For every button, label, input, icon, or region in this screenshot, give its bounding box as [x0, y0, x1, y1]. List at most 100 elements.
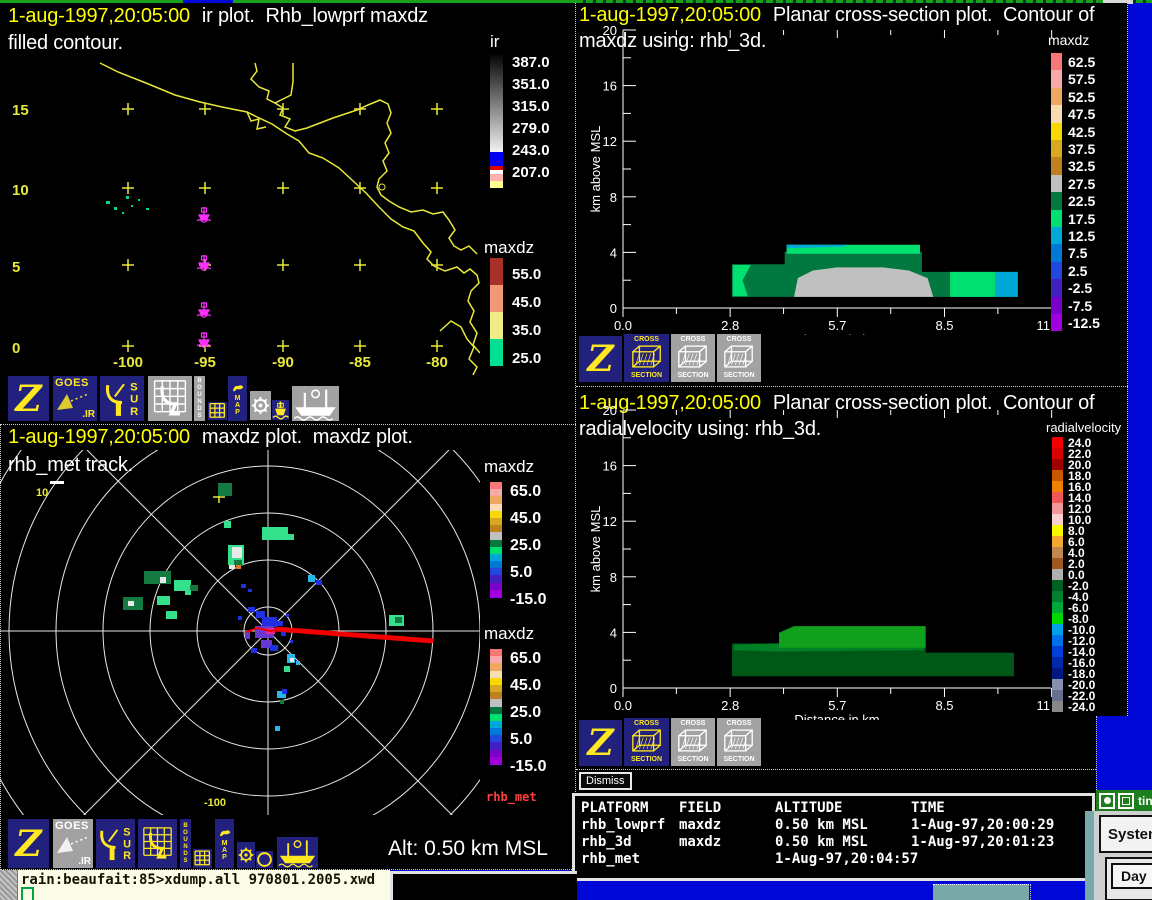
colorbar-segment — [1052, 459, 1063, 470]
xs2-toolbar-z-button[interactable]: Z — [579, 720, 622, 766]
map-lat-label: 5 — [12, 259, 20, 276]
colorbar-segment — [490, 312, 503, 339]
ppi-toolbar-bounds-button[interactable]: BOUNDS — [180, 819, 191, 868]
colorbar-segment — [1051, 105, 1062, 122]
radar-echo — [395, 617, 402, 623]
map-grid-cross — [199, 182, 211, 194]
system-label: System — [1099, 815, 1152, 853]
colorbar-tick-label: 279.0 — [512, 120, 550, 137]
y-tick-label: 20 — [603, 23, 617, 38]
cross-section-icon: CROSSSECTION — [624, 720, 669, 764]
colorbar-tick-label: 22.5 — [1068, 193, 1095, 209]
radar-echo — [280, 700, 284, 704]
map-lon-label: -85 — [349, 354, 371, 371]
colorbar-segment — [1052, 624, 1063, 635]
table-cell: rhb_3d — [581, 834, 632, 850]
dismiss-button[interactable]: Dismiss — [579, 772, 632, 790]
colorbar-segment — [490, 339, 503, 366]
ppi-toolbar-sur-button[interactable]: SUR — [96, 819, 135, 868]
map-coastline — [100, 63, 480, 353]
ir-toolbar-z-button[interactable]: Z — [8, 376, 49, 421]
colorbar-tick-label: 243.0 — [512, 142, 550, 159]
colorbar-segment — [1052, 580, 1063, 591]
radar-echo — [256, 611, 265, 618]
colorbar-tick-label: 32.5 — [1068, 158, 1095, 174]
ppi-toolbar-z-button[interactable]: Z — [8, 819, 49, 868]
ir-toolbar-gear-button[interactable] — [250, 391, 271, 420]
map-grid-cross — [354, 259, 366, 271]
data-availability-table: PLATFORMFIELDALTITUDETIMErhb_lowprfmaxdz… — [572, 793, 1095, 881]
radar-echo — [308, 575, 315, 582]
colorbar-segment — [1052, 558, 1063, 569]
radar-echo — [144, 571, 171, 584]
bottom-teal-bar — [933, 884, 1029, 900]
cross-section-icon: CROSSSECTION — [624, 336, 669, 380]
ir-toolbar-ship-button[interactable] — [292, 386, 339, 421]
colorbar-segment — [1052, 437, 1063, 448]
goes-ir-icon: GOES.IR — [53, 819, 93, 868]
xs2-toolbar-cross-button[interactable]: CROSSSECTION — [671, 718, 715, 766]
ppi-toolbar-gridradar-button[interactable] — [138, 819, 177, 868]
terminal-scrollbar[interactable] — [0, 870, 18, 900]
xs2-toolbar-cross-button[interactable]: CROSSSECTION — [624, 718, 669, 766]
window-menu-icon[interactable] — [1099, 793, 1115, 809]
central-america-map[interactable]: 151050-100-95-90-85-80 — [0, 60, 480, 376]
colorbar-segment — [1052, 591, 1063, 602]
colorbar-segment — [1051, 262, 1062, 279]
radar-echo — [241, 584, 246, 588]
panel-ir-title: 1-aug-1997,20:05:00ir plot. Rhb_lowprf m… — [8, 5, 428, 28]
ir-toolbar-buoy-button[interactable] — [272, 400, 289, 420]
range-ring — [0, 450, 480, 815]
ppi-radial-lines — [0, 450, 480, 815]
zebra-display-screen: 1-aug-1997,20:05:00ir plot. Rhb_lowprf m… — [0, 0, 1152, 900]
map-grid-cross — [354, 340, 366, 352]
xs2-toolbar-cross-button[interactable]: CROSSSECTION — [717, 718, 761, 766]
tin-window-titlebar[interactable]: tin — [1096, 790, 1152, 811]
map-lat-label: 10 — [12, 182, 29, 199]
day-button[interactable]: Day — [1111, 863, 1152, 889]
xs1-toolbar-z-button[interactable]: Z — [579, 336, 622, 382]
ir-toolbar-bounds-button[interactable]: BOUNDS — [194, 376, 205, 421]
track-platform-label: rhb_met — [486, 790, 537, 804]
ppi-toolbar-circle-button[interactable] — [256, 851, 273, 868]
cross-section-icon: CROSSSECTION — [671, 336, 715, 380]
panel-ppi-title-text: maxdz plot. maxdz plot. — [202, 426, 413, 448]
y-tick-label: 4 — [610, 245, 617, 260]
ir-toolbar-map-button[interactable]: MAP — [228, 376, 247, 421]
map-grid-cross — [122, 340, 134, 352]
xs1-toolbar-cross-button[interactable]: CROSSSECTION — [717, 334, 761, 382]
ppi-toolbar-grid-button[interactable] — [193, 849, 212, 868]
colorbar-tick-label: -12.5 — [1068, 315, 1100, 331]
ppi-toolbar-gear-button[interactable] — [237, 842, 255, 868]
colorbar-segment — [1051, 227, 1062, 244]
colorbar-segment — [1052, 679, 1063, 690]
radar-echo — [251, 648, 257, 653]
contour-region — [779, 626, 926, 648]
xs1-toolbar-cross-button[interactable]: CROSSSECTION — [671, 334, 715, 382]
ir-toolbar-sur-button[interactable]: SUR — [100, 376, 144, 421]
xs1-toolbar-cross-button[interactable]: CROSSSECTION — [624, 334, 669, 382]
ir-toolbar-grid-button[interactable] — [208, 402, 227, 420]
map-grid-cross — [277, 259, 289, 271]
cross-section-icon: CROSSSECTION — [717, 336, 761, 380]
ir-toolbar-gridradar-button[interactable] — [148, 376, 192, 421]
ir-toolbar-goes-button[interactable]: GOES.IR — [53, 376, 97, 421]
y-tick-label: 4 — [610, 625, 617, 640]
colorbar-segment — [1052, 481, 1063, 492]
terminal-window[interactable]: rain:beaufait:85>xdump.all 970801.2005.x… — [0, 870, 390, 900]
colorbar-segment — [490, 181, 503, 188]
ppi-toolbar-goes-button[interactable]: GOES.IR — [53, 819, 93, 868]
table-header: ALTITUDE — [775, 800, 842, 816]
radar-echo — [282, 689, 287, 694]
colorbar-segment — [1051, 210, 1062, 227]
scale-marker — [50, 481, 64, 484]
colorbar-title: maxdz — [484, 238, 534, 258]
colorbar-tick-label: 25.0 — [510, 537, 541, 555]
ppi-colorbars: maxdz65.045.025.05.0-15.0maxdz65.045.025… — [482, 455, 576, 815]
window-iconify-icon[interactable] — [1118, 793, 1134, 809]
radar-echo — [262, 617, 277, 627]
ppi-toolbar-ship-button[interactable] — [277, 837, 318, 868]
ir-gradient-bar — [490, 55, 503, 152]
ppi-toolbar-map-button[interactable]: MAP — [215, 819, 234, 868]
radar-ppi-display[interactable]: 10-100 — [0, 450, 480, 815]
